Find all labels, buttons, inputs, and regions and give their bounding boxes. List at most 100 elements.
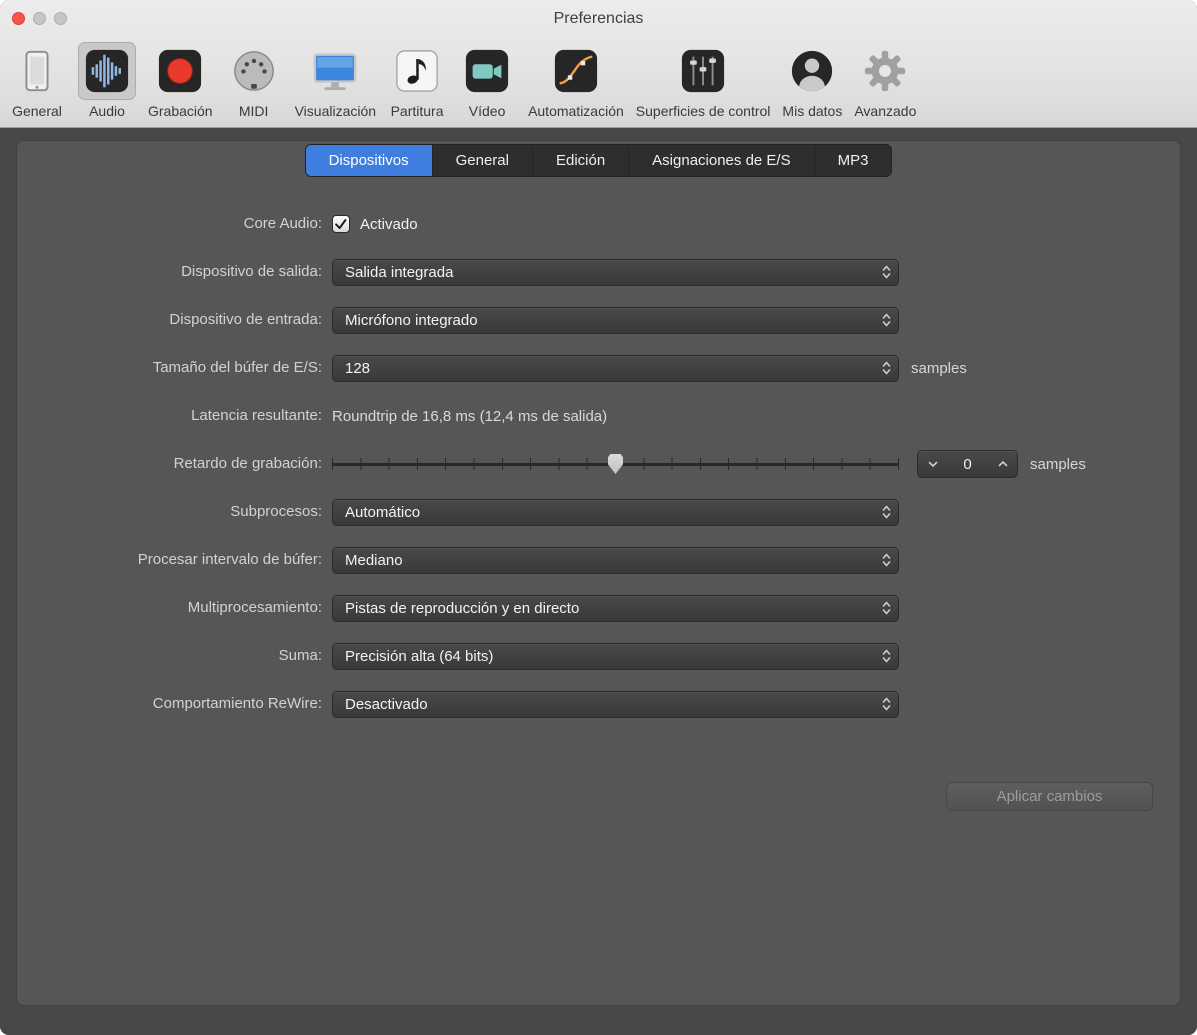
buffer-size-select[interactable]: 128 (332, 355, 899, 382)
output-device-value: Salida integrada (345, 264, 881, 281)
apply-row: Aplicar cambios (17, 782, 1180, 811)
buffer-interval-value: Mediano (345, 552, 881, 569)
tab-bar-wrapper: Dispositivos General Edición Asignacione… (17, 144, 1180, 177)
tab-mp3[interactable]: MP3 (815, 145, 892, 176)
latency-label: Latencia resultante: (17, 402, 322, 430)
buffer-size-label: Tamaño del búfer de E/S: (17, 354, 322, 382)
toolbar-item-label: Partitura (391, 103, 444, 119)
audio-waveform-icon (78, 42, 136, 100)
rewire-select[interactable]: Desactivado (332, 691, 899, 718)
recording-delay-suffix: samples (1030, 456, 1086, 473)
output-device-select[interactable]: Salida integrada (332, 259, 899, 286)
summing-select[interactable]: Precisión alta (64 bits) (332, 643, 899, 670)
threads-value: Automático (345, 504, 881, 521)
toolbar-item-partitura[interactable]: Partitura (388, 42, 446, 119)
updown-chevrons-icon (881, 647, 892, 665)
latency-value: Roundtrip de 16,8 ms (12,4 ms de salida) (332, 408, 607, 425)
toolbar-item-superficies-de-control[interactable]: Superficies de control (636, 42, 771, 119)
music-note-icon (388, 42, 446, 100)
threads-label: Subprocesos: (17, 498, 322, 526)
toolbar-item-label: Vídeo (469, 103, 506, 119)
updown-chevrons-icon (881, 263, 892, 281)
traffic-lights (12, 12, 67, 25)
toolbar-item-avanzado[interactable]: Avanzado (854, 42, 916, 119)
recording-delay-value: 0 (947, 456, 988, 473)
buffer-size-value: 128 (345, 360, 881, 377)
toolbar-item-video[interactable]: Vídeo (458, 42, 516, 119)
automation-curve-icon (547, 42, 605, 100)
toolbar-item-label: Automatización (528, 103, 624, 119)
updown-chevrons-icon (881, 503, 892, 521)
audio-devices-form: Core Audio: Activado Dispositivo de sali… (17, 210, 1180, 811)
multiprocessing-select[interactable]: Pistas de reproducción y en directo (332, 595, 899, 622)
display-icon (306, 42, 364, 100)
toolbar-item-label: Superficies de control (636, 103, 771, 119)
apply-changes-button[interactable]: Aplicar cambios (946, 782, 1153, 811)
toolbar-item-label: Grabación (148, 103, 213, 119)
titlebar: Preferencias (0, 0, 1197, 37)
record-icon (151, 42, 209, 100)
toolbar-item-automatizacion[interactable]: Automatización (528, 42, 624, 119)
toolbar-item-label: General (12, 103, 62, 119)
summing-label: Suma: (17, 642, 322, 670)
threads-select[interactable]: Automático (332, 499, 899, 526)
tab-general[interactable]: General (433, 145, 533, 176)
multiprocessing-label: Multiprocesamiento: (17, 594, 322, 622)
buffer-size-suffix: samples (911, 360, 967, 377)
close-button[interactable] (12, 12, 25, 25)
multiprocessing-value: Pistas de reproducción y en directo (345, 600, 881, 617)
recording-delay-label: Retardo de grabación: (17, 450, 322, 478)
toolbar-item-label: Visualización (295, 103, 376, 119)
toolbar-item-label: Avanzado (854, 103, 916, 119)
core-audio-row: Activado (332, 210, 1180, 238)
tab-edicion[interactable]: Edición (533, 145, 629, 176)
preferences-toolbar: General (0, 37, 1197, 127)
rewire-value: Desactivado (345, 696, 881, 713)
input-device-label: Dispositivo de entrada: (17, 306, 322, 334)
zoom-button[interactable] (54, 12, 67, 25)
toolbar-item-label: Audio (89, 103, 125, 119)
stepper-decrement-button[interactable] (918, 451, 947, 477)
output-device-label: Dispositivo de salida: (17, 258, 322, 286)
updown-chevrons-icon (881, 551, 892, 569)
toolbar-item-visualizacion[interactable]: Visualización (295, 42, 376, 119)
toolbar-item-general[interactable]: General (8, 42, 66, 119)
toolbar-item-grabacion[interactable]: Grabación (148, 42, 213, 119)
toolbar-item-audio[interactable]: Audio (78, 42, 136, 119)
tab-dispositivos[interactable]: Dispositivos (306, 145, 433, 176)
general-device-icon (8, 42, 66, 100)
toolbar-item-mis-datos[interactable]: Mis datos (782, 42, 842, 119)
toolbar-item-midi[interactable]: MIDI (225, 42, 283, 119)
preferences-window: Preferencias General (0, 0, 1197, 1035)
recording-delay-slider[interactable] (332, 453, 899, 475)
recording-delay-stepper[interactable]: 0 (917, 450, 1018, 478)
core-audio-label: Core Audio: (17, 210, 322, 238)
tab-asignaciones-es[interactable]: Asignaciones de E/S (629, 145, 814, 176)
buffer-interval-label: Procesar intervalo de búfer: (17, 546, 322, 574)
video-camera-icon (458, 42, 516, 100)
midi-connector-icon (225, 42, 283, 100)
toolbar-item-label: MIDI (239, 103, 269, 119)
stepper-increment-button[interactable] (988, 451, 1017, 477)
minimize-button[interactable] (33, 12, 46, 25)
core-audio-value: Activado (360, 216, 418, 233)
updown-chevrons-icon (881, 311, 892, 329)
summing-value: Precisión alta (64 bits) (345, 648, 881, 665)
window-title: Preferencias (554, 10, 644, 28)
core-audio-checkbox[interactable] (332, 215, 350, 233)
faders-icon (674, 42, 732, 100)
person-icon (783, 42, 841, 100)
rewire-label: Comportamiento ReWire: (17, 690, 322, 718)
updown-chevrons-icon (881, 359, 892, 377)
toolbar-item-label: Mis datos (782, 103, 842, 119)
preferences-tab-bar: Dispositivos General Edición Asignacione… (305, 144, 893, 177)
updown-chevrons-icon (881, 599, 892, 617)
gear-icon (856, 42, 914, 100)
input-device-value: Micrófono integrado (345, 312, 881, 329)
buffer-interval-select[interactable]: Mediano (332, 547, 899, 574)
input-device-select[interactable]: Micrófono integrado (332, 307, 899, 334)
updown-chevrons-icon (881, 695, 892, 713)
window-header: Preferencias General (0, 0, 1197, 128)
slider-handle[interactable] (608, 454, 623, 474)
audio-preferences-panel: Dispositivos General Edición Asignacione… (16, 140, 1181, 1006)
